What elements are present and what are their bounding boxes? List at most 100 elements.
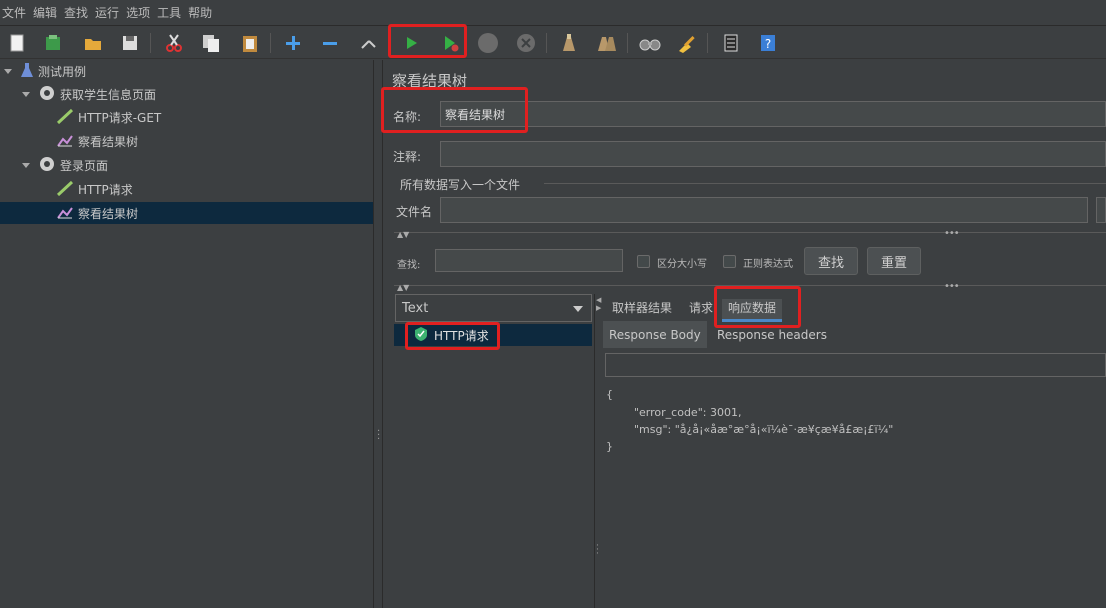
regex-checkbox[interactable] xyxy=(723,255,736,268)
expand-icon[interactable] xyxy=(280,30,306,56)
reset-button[interactable]: 重置 xyxy=(867,247,921,275)
divider-grip-icon: ••• xyxy=(944,281,960,292)
subtab-response-headers[interactable]: Response headers xyxy=(711,321,833,348)
renderer-select[interactable]: Text xyxy=(395,294,592,322)
sampler-icon xyxy=(56,180,74,199)
search-input[interactable] xyxy=(435,249,623,272)
view-results-tree-panel: 察看结果树 名称: 察看结果树 注释: 所有数据写入一个文件 文件名 ▲▼ ••… xyxy=(381,60,1106,608)
tab-response-data[interactable]: 响应数据 xyxy=(722,299,783,322)
stop-icon[interactable] xyxy=(475,30,501,56)
svg-text:?: ? xyxy=(765,37,771,51)
case-sensitive-checkbox[interactable] xyxy=(637,255,650,268)
tab-sampler-result[interactable]: 取样器结果 xyxy=(612,299,672,316)
splitter-grip-icon: · · · xyxy=(377,426,381,445)
toggle-icon[interactable] xyxy=(356,30,382,56)
filename-label: 文件名 xyxy=(396,205,433,219)
sampler-icon xyxy=(56,108,74,127)
divider-grip-icon: ••• xyxy=(944,228,960,239)
response-line: "error_code": 3001, xyxy=(606,406,742,419)
tab-request[interactable]: 请求 xyxy=(689,299,713,316)
test-plan-tree: 测试用例 获取学生信息页面 HTTP请求-GET 察看结果树 登录页面 HTTP… xyxy=(0,60,373,608)
splitter-arrows-icon[interactable]: ◀ ▶ xyxy=(596,296,601,312)
result-item-label: HTTP请求 xyxy=(434,328,489,343)
page-title: 察看结果树 xyxy=(392,72,468,90)
tree-node-thread-group[interactable]: 登录页面 xyxy=(0,154,373,176)
case-sensitive-label: 区分大小写 xyxy=(657,259,707,270)
main-splitter[interactable]: · · · xyxy=(373,60,383,608)
comment-field[interactable] xyxy=(440,141,1106,167)
start-icon[interactable] xyxy=(398,30,424,56)
divider-arrows-icon[interactable]: ▲▼ xyxy=(397,230,409,239)
collapse-icon[interactable] xyxy=(317,30,343,56)
menu-search[interactable]: 查找 xyxy=(64,4,88,21)
menu-run[interactable]: 运行 xyxy=(95,4,119,21)
browse-button-edge[interactable] xyxy=(1096,197,1106,223)
save-icon[interactable] xyxy=(117,30,143,56)
cut-icon[interactable] xyxy=(161,30,187,56)
tree-node-test-plan[interactable]: 测试用例 xyxy=(0,60,373,82)
tree-node-thread-group[interactable]: 获取学生信息页面 xyxy=(0,83,373,105)
middle-divider[interactable]: ▲▼ ••• xyxy=(394,281,1106,294)
name-label: 名称: xyxy=(393,110,422,124)
chevron-down-icon[interactable] xyxy=(20,88,32,100)
tree-node-sampler[interactable]: HTTP请求 xyxy=(0,178,373,200)
tree-node-listener[interactable]: 察看结果树 xyxy=(0,130,373,152)
menu-edit[interactable]: 编辑 xyxy=(33,4,57,21)
clear-icon[interactable] xyxy=(556,30,582,56)
test-plan-icon xyxy=(20,62,34,81)
tree-node-label: 登录页面 xyxy=(60,158,109,173)
divider-arrows-icon[interactable]: ▲▼ xyxy=(397,283,409,292)
success-shield-icon xyxy=(414,326,428,345)
response-line: } xyxy=(606,440,613,453)
find-button[interactable]: 查找 xyxy=(804,247,858,275)
comment-label: 注释: xyxy=(393,150,422,164)
tree-node-label: HTTP请求-GET xyxy=(78,110,162,125)
tree-node-label: 察看结果树 xyxy=(78,206,139,221)
menu-file[interactable]: 文件 xyxy=(2,4,26,21)
tree-node-label: 测试用例 xyxy=(38,64,87,79)
help-icon[interactable]: ? xyxy=(755,30,781,56)
response-body[interactable]: { "error_code": 3001, "msg": "å¿å¡«åæ°æ°… xyxy=(603,380,1106,608)
chevron-down-icon xyxy=(573,306,583,312)
search-icon[interactable] xyxy=(637,30,663,56)
name-field[interactable]: 察看结果树 xyxy=(440,101,1106,127)
filename-field[interactable] xyxy=(440,197,1088,223)
search-label: 查找: xyxy=(397,260,421,271)
menu-options[interactable]: 选项 xyxy=(126,4,150,21)
result-item[interactable]: HTTP请求 xyxy=(394,324,592,346)
tree-node-listener-selected[interactable]: 察看结果树 xyxy=(0,202,373,224)
copy-icon[interactable] xyxy=(198,30,224,56)
start-no-pauses-icon[interactable] xyxy=(437,30,463,56)
chevron-down-icon[interactable] xyxy=(2,65,14,77)
subtab-response-body[interactable]: Response Body xyxy=(603,321,707,348)
file-group-border xyxy=(544,183,1106,184)
tree-node-label: HTTP请求 xyxy=(78,182,133,197)
shutdown-icon[interactable] xyxy=(513,30,539,56)
splitter-grip-icon: · · · xyxy=(596,541,599,559)
response-line: { xyxy=(606,388,613,401)
menu-help[interactable]: 帮助 xyxy=(188,4,212,21)
open-icon[interactable] xyxy=(80,30,106,56)
reset-search-icon[interactable] xyxy=(674,30,700,56)
function-helper-icon[interactable] xyxy=(718,30,744,56)
regex-label: 正则表达式 xyxy=(743,259,793,270)
top-divider[interactable]: ▲▼ ••• xyxy=(394,228,1106,241)
response-search-box[interactable] xyxy=(605,353,1106,377)
templates-icon[interactable] xyxy=(40,30,66,56)
chevron-down-icon[interactable] xyxy=(20,159,32,171)
toolbar: ? xyxy=(0,26,1106,59)
listener-icon xyxy=(56,132,74,151)
file-group-title: 所有数据写入一个文件 xyxy=(400,178,521,192)
paste-icon[interactable] xyxy=(237,30,263,56)
menu-bar: 文件 编辑 查找 运行 选项 工具 帮助 xyxy=(0,0,1106,26)
new-icon[interactable] xyxy=(4,30,30,56)
tree-node-sampler[interactable]: HTTP请求-GET xyxy=(0,106,373,128)
clear-all-icon[interactable] xyxy=(594,30,620,56)
renderer-select-value: Text xyxy=(402,300,429,316)
listener-icon xyxy=(56,204,74,223)
thread-group-icon xyxy=(38,84,56,105)
menu-tools[interactable]: 工具 xyxy=(157,4,181,21)
thread-group-icon xyxy=(38,155,56,176)
result-splitter[interactable]: ◀ ▶ · · · xyxy=(594,294,602,608)
response-line: "msg": "å¿å¡«åæ°æ°å¡«ï¼è¯·æ¥çæ¥å£æ¡£ï¼" xyxy=(606,423,894,436)
